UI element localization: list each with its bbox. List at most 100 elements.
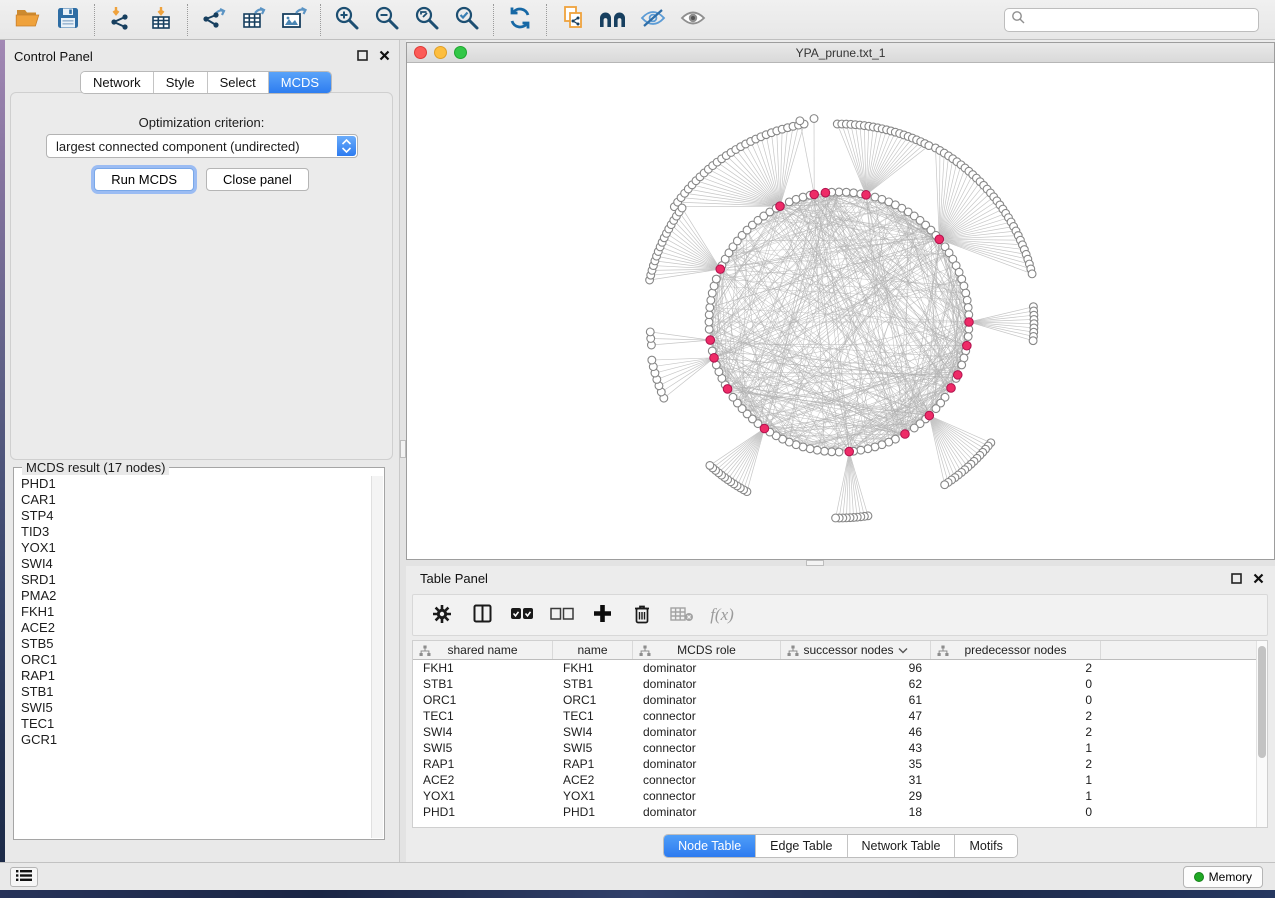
table-cell[interactable]: connector [633, 772, 781, 788]
table-row[interactable]: SWI5SWI5connector431 [413, 740, 1256, 756]
table-cell[interactable]: RAP1 [413, 756, 553, 772]
mcds-result-item[interactable]: SRD1 [15, 572, 371, 588]
table-cell[interactable]: 0 [931, 804, 1101, 820]
export-network-button[interactable] [194, 3, 234, 37]
table-cell[interactable]: ORC1 [553, 692, 633, 708]
mcds-result-item[interactable]: ORC1 [15, 652, 371, 668]
table-row[interactable]: YOX1YOX1connector291 [413, 788, 1256, 804]
table-row[interactable]: ACE2ACE2connector311 [413, 772, 1256, 788]
table-cell[interactable]: dominator [633, 804, 781, 820]
hide-selected-button[interactable] [633, 3, 673, 37]
mcds-result-item[interactable]: STB5 [15, 636, 371, 652]
table-cell[interactable]: 2 [931, 660, 1101, 676]
table-cell[interactable]: 96 [781, 660, 931, 676]
network-canvas[interactable] [407, 63, 1274, 559]
table-cell[interactable]: YOX1 [553, 788, 633, 804]
table-row[interactable]: PHD1PHD1dominator180 [413, 804, 1256, 820]
import-table-button[interactable] [141, 3, 181, 37]
first-neighbors-button[interactable] [593, 3, 633, 37]
table-cell[interactable]: 2 [931, 724, 1101, 740]
mcds-result-item[interactable]: STP4 [15, 508, 371, 524]
mcds-list-scrollbar[interactable] [371, 476, 383, 838]
tab-node-table[interactable]: Node Table [664, 835, 756, 857]
tab-network-table[interactable]: Network Table [848, 835, 956, 857]
show-all-button[interactable] [673, 3, 713, 37]
delete-table-button[interactable] [667, 599, 697, 631]
table-row[interactable]: FKH1FKH1dominator962 [413, 660, 1256, 676]
table-cell[interactable]: 29 [781, 788, 931, 804]
show-columns-button[interactable] [467, 599, 497, 631]
mcds-result-item[interactable]: SWI5 [15, 700, 371, 716]
float-panel-icon[interactable] [1229, 571, 1243, 585]
mcds-result-item[interactable]: SWI4 [15, 556, 371, 572]
network-window-titlebar[interactable]: YPA_prune.txt_1 [407, 43, 1274, 63]
search-input[interactable] [1026, 13, 1252, 27]
table-cell[interactable]: SWI4 [413, 724, 553, 740]
column-header-name[interactable]: name [553, 641, 633, 659]
delete-row-button[interactable] [627, 599, 657, 631]
column-header-successor-nodes[interactable]: successor nodes [781, 641, 931, 659]
table-cell[interactable]: 35 [781, 756, 931, 772]
close-panel-icon[interactable] [377, 48, 391, 62]
tab-style[interactable]: Style [154, 72, 208, 93]
show-panel-menu-button[interactable] [10, 867, 38, 887]
mcds-result-item[interactable]: PMA2 [15, 588, 371, 604]
add-row-button[interactable] [587, 599, 617, 631]
table-cell[interactable]: dominator [633, 660, 781, 676]
table-cell[interactable]: 43 [781, 740, 931, 756]
mcds-result-item[interactable]: GCR1 [15, 732, 371, 748]
table-scrollbar[interactable] [1256, 641, 1267, 827]
tab-mcds[interactable]: MCDS [269, 72, 331, 93]
table-cell[interactable]: 18 [781, 804, 931, 820]
export-table-button[interactable] [234, 3, 274, 37]
table-cell[interactable]: connector [633, 788, 781, 804]
table-cell[interactable]: 46 [781, 724, 931, 740]
save-session-button[interactable] [48, 3, 88, 37]
column-header-shared-name[interactable]: shared name [413, 641, 553, 659]
open-session-button[interactable] [8, 3, 48, 37]
float-panel-icon[interactable] [355, 48, 369, 62]
node-table[interactable]: shared namenameMCDS rolesuccessor nodesp… [412, 640, 1268, 828]
table-cell[interactable]: FKH1 [413, 660, 553, 676]
column-menu-icon[interactable] [898, 643, 908, 657]
tab-edge-table[interactable]: Edge Table [756, 835, 847, 857]
table-cell[interactable]: 61 [781, 692, 931, 708]
import-network-button[interactable] [101, 3, 141, 37]
table-cell[interactable]: ACE2 [553, 772, 633, 788]
table-cell[interactable]: 1 [931, 740, 1101, 756]
table-cell[interactable]: 47 [781, 708, 931, 724]
table-cell[interactable]: 2 [931, 708, 1101, 724]
table-cell[interactable]: 1 [931, 772, 1101, 788]
zoom-fit-button[interactable] [407, 3, 447, 37]
table-cell[interactable]: 1 [931, 788, 1101, 804]
memory-button[interactable]: Memory [1183, 866, 1263, 888]
table-cell[interactable]: connector [633, 740, 781, 756]
mcds-result-list[interactable]: PHD1CAR1STP4TID3YOX1SWI4SRD1PMA2FKH1ACE2… [15, 476, 371, 838]
column-header-MCDS-role[interactable]: MCDS role [633, 641, 781, 659]
table-cell[interactable]: TEC1 [413, 708, 553, 724]
table-cell[interactable]: PHD1 [413, 804, 553, 820]
tab-network[interactable]: Network [81, 72, 154, 93]
table-cell[interactable]: SWI4 [553, 724, 633, 740]
mcds-result-item[interactable]: PHD1 [15, 476, 371, 492]
apply-layout-button[interactable] [500, 3, 540, 37]
zoom-out-button[interactable] [367, 3, 407, 37]
table-cell[interactable]: 62 [781, 676, 931, 692]
column-header-predecessor-nodes[interactable]: predecessor nodes [931, 641, 1101, 659]
mcds-result-item[interactable]: RAP1 [15, 668, 371, 684]
table-cell[interactable]: ACE2 [413, 772, 553, 788]
table-cell[interactable]: STB1 [413, 676, 553, 692]
table-cell[interactable]: 0 [931, 692, 1101, 708]
table-row[interactable]: STB1STB1dominator620 [413, 676, 1256, 692]
table-cell[interactable]: TEC1 [553, 708, 633, 724]
mcds-result-item[interactable]: ACE2 [15, 620, 371, 636]
table-cell[interactable]: dominator [633, 756, 781, 772]
table-row[interactable]: ORC1ORC1dominator610 [413, 692, 1256, 708]
table-cell[interactable]: SWI5 [553, 740, 633, 756]
table-cell[interactable]: dominator [633, 676, 781, 692]
table-cell[interactable]: 31 [781, 772, 931, 788]
table-settings-button[interactable] [427, 599, 457, 631]
table-row[interactable]: SWI4SWI4dominator462 [413, 724, 1256, 740]
table-cell[interactable]: dominator [633, 692, 781, 708]
mcds-result-item[interactable]: YOX1 [15, 540, 371, 556]
